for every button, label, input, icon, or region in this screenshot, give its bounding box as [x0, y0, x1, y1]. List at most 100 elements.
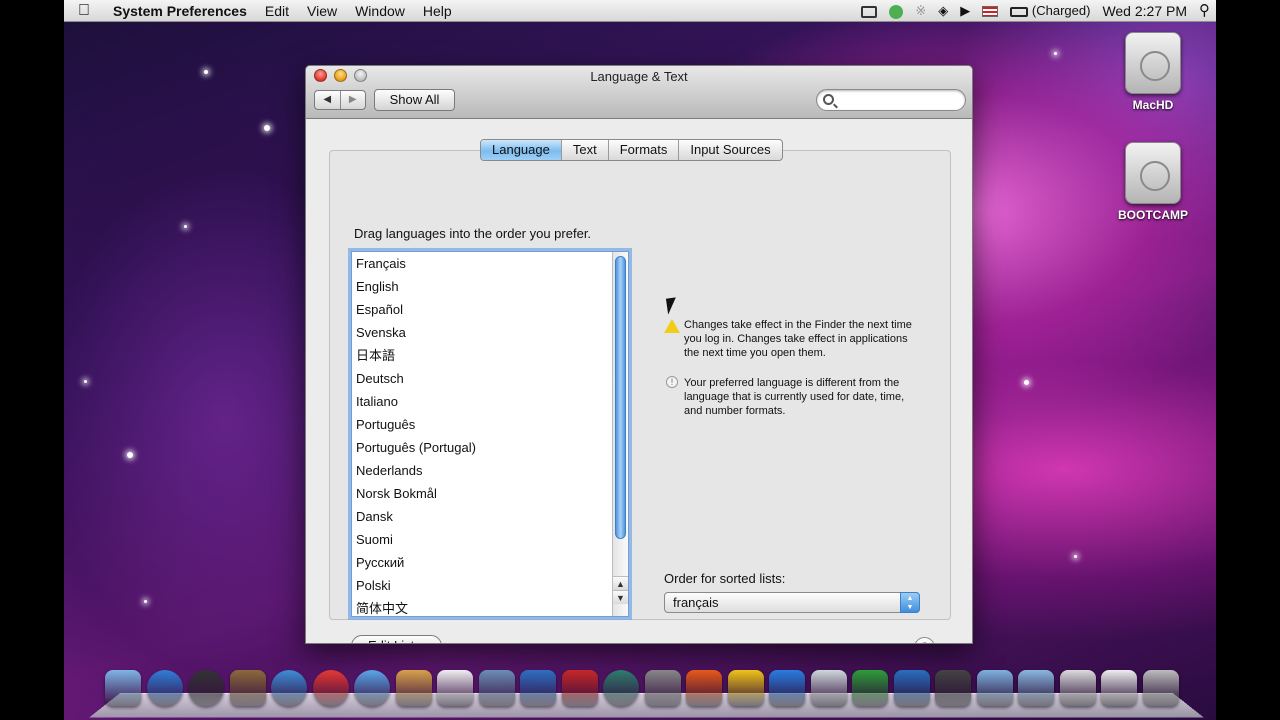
language-item[interactable]: 日本語	[352, 344, 612, 367]
screen-icon[interactable]	[855, 0, 883, 22]
document-stack-icon[interactable]	[1101, 670, 1137, 706]
scroll-thumb[interactable]	[615, 256, 626, 539]
time-machine-icon[interactable]	[603, 670, 639, 706]
warning-icon	[664, 319, 680, 333]
desktop-icon-bootcamp[interactable]: BOOTCAMP	[1108, 142, 1198, 222]
star	[204, 70, 208, 74]
preview-icon[interactable]	[229, 670, 266, 706]
dock	[89, 668, 1204, 720]
popup-arrows-icon: ▲ ▼	[900, 592, 920, 613]
word-icon[interactable]	[769, 670, 805, 706]
menu-help[interactable]: Help	[414, 0, 461, 22]
applications-folder-icon[interactable]	[976, 670, 1013, 706]
scroll-up-arrow-icon[interactable]: ▲	[613, 576, 628, 590]
tab-formats[interactable]: Formats	[607, 140, 679, 160]
search-field[interactable]	[816, 89, 966, 111]
outlook-icon[interactable]	[727, 670, 764, 706]
language-item[interactable]: Русский	[352, 551, 612, 574]
volume-icon[interactable]: ▶	[954, 0, 976, 22]
menu-edit[interactable]: Edit	[256, 0, 298, 22]
clock[interactable]: Wed 2:27 PM	[1096, 0, 1193, 22]
app-menu[interactable]: System Preferences	[104, 0, 256, 22]
vertical-scrollbar[interactable]: ▲ ▼	[612, 252, 628, 616]
network-utility-icon[interactable]	[810, 670, 847, 706]
desktop-icon-machd[interactable]: MacHD	[1108, 32, 1198, 112]
app-store-icon[interactable]	[146, 670, 183, 706]
forward-arrow-icon[interactable]: ▶	[341, 91, 366, 109]
documents-folder-icon[interactable]	[1018, 670, 1054, 706]
hard-drive-icon	[1125, 142, 1181, 204]
info-note: Your preferred language is different fro…	[684, 377, 905, 417]
wifi-icon[interactable]: ◈	[932, 0, 954, 22]
star	[84, 380, 87, 383]
bluetooth-icon[interactable]: ※	[909, 0, 932, 22]
language-item[interactable]: Español	[352, 298, 612, 321]
desktop-icon-label: MacHD	[1132, 98, 1174, 112]
ical-icon[interactable]	[437, 670, 473, 706]
language-item[interactable]: Svenska	[352, 321, 612, 344]
scroll-down-arrow-icon[interactable]: ▼	[613, 590, 628, 604]
language-item[interactable]: Dansk	[352, 505, 612, 528]
menu-view[interactable]: View	[298, 0, 346, 22]
hard-drive-icon	[1125, 32, 1181, 94]
language-item[interactable]: Suomi	[352, 528, 612, 551]
system-preferences-icon[interactable]	[644, 670, 681, 706]
dashboard-icon[interactable]	[188, 670, 224, 706]
photo-booth-icon[interactable]	[561, 670, 598, 706]
sorted-lists-value: français	[673, 595, 719, 610]
tab-input-sources[interactable]: Input Sources	[678, 140, 781, 160]
sorted-lists-label: Order for sorted lists:	[664, 571, 786, 586]
language-item[interactable]: Français	[352, 252, 612, 275]
battery-icon[interactable]: (Charged)	[1004, 0, 1096, 22]
star	[144, 600, 147, 603]
language-item[interactable]: English	[352, 275, 612, 298]
warning-note: Changes take effect in the Finder the ne…	[684, 319, 912, 359]
safari-icon[interactable]	[271, 670, 307, 706]
imovie-icon[interactable]	[935, 670, 971, 706]
finder-icon[interactable]	[105, 670, 141, 706]
menu-bar:  System Preferences Edit View Window He…	[64, 0, 1216, 22]
ichat-icon[interactable]	[354, 670, 390, 706]
back-arrow-icon[interactable]: ◀	[315, 91, 341, 109]
language-item[interactable]: Português	[352, 413, 612, 436]
instructions-label: Drag languages into the order you prefer…	[354, 226, 592, 241]
language-item[interactable]: Nederlands	[352, 459, 612, 482]
tab-text[interactable]: Text	[560, 140, 608, 160]
language-item[interactable]: Norsk Bokmål	[352, 482, 612, 505]
apple-menu-icon[interactable]: 	[64, 0, 104, 22]
desktop-icon-label: BOOTCAMP	[1118, 208, 1188, 222]
show-all-button[interactable]: Show All	[374, 89, 455, 111]
downloads-stack-icon[interactable]	[1059, 670, 1096, 706]
language-item[interactable]: Português (Portugal)	[352, 436, 612, 459]
menu-window[interactable]: Window	[346, 0, 414, 22]
address-book-icon[interactable]	[395, 670, 432, 706]
search-input[interactable]	[839, 92, 959, 108]
excel-icon[interactable]	[852, 670, 888, 706]
status-menu-icon[interactable]	[883, 0, 909, 22]
edit-list-button[interactable]: Edit List...	[351, 635, 442, 643]
screen:  System Preferences Edit View Window He…	[0, 0, 1280, 720]
language-item[interactable]: Deutsch	[352, 367, 612, 390]
spotlight-icon[interactable]: ⚲	[1193, 0, 1216, 22]
trash-icon[interactable]	[1142, 670, 1179, 706]
language-list[interactable]: Français English Español Svenska 日本語 Deutsch I…	[351, 251, 629, 617]
star	[264, 125, 270, 131]
language-item[interactable]: Italiano	[352, 390, 612, 413]
mouse-cursor-icon	[665, 297, 679, 315]
quicktime-icon[interactable]	[893, 670, 930, 706]
star	[1074, 555, 1077, 558]
pane-content: Language Text Formats Input Sources Drag…	[306, 120, 972, 643]
powerpoint-icon[interactable]	[686, 670, 722, 706]
star	[127, 452, 133, 458]
itunes-icon[interactable]	[520, 670, 556, 706]
window-toolbar[interactable]: Language & Text ◀ ▶ Show All	[306, 66, 972, 119]
help-button[interactable]: ?	[914, 637, 935, 643]
chrome-icon[interactable]	[312, 670, 349, 706]
iphoto-icon[interactable]	[478, 670, 515, 706]
tab-language[interactable]: Language	[481, 140, 561, 160]
sorted-lists-popup[interactable]: français ▲ ▼	[664, 592, 920, 613]
input-flag-icon[interactable]	[976, 0, 1004, 22]
language-item[interactable]: Polski	[352, 574, 612, 597]
star	[1024, 380, 1029, 385]
language-item[interactable]: 简体中文	[352, 597, 612, 616]
